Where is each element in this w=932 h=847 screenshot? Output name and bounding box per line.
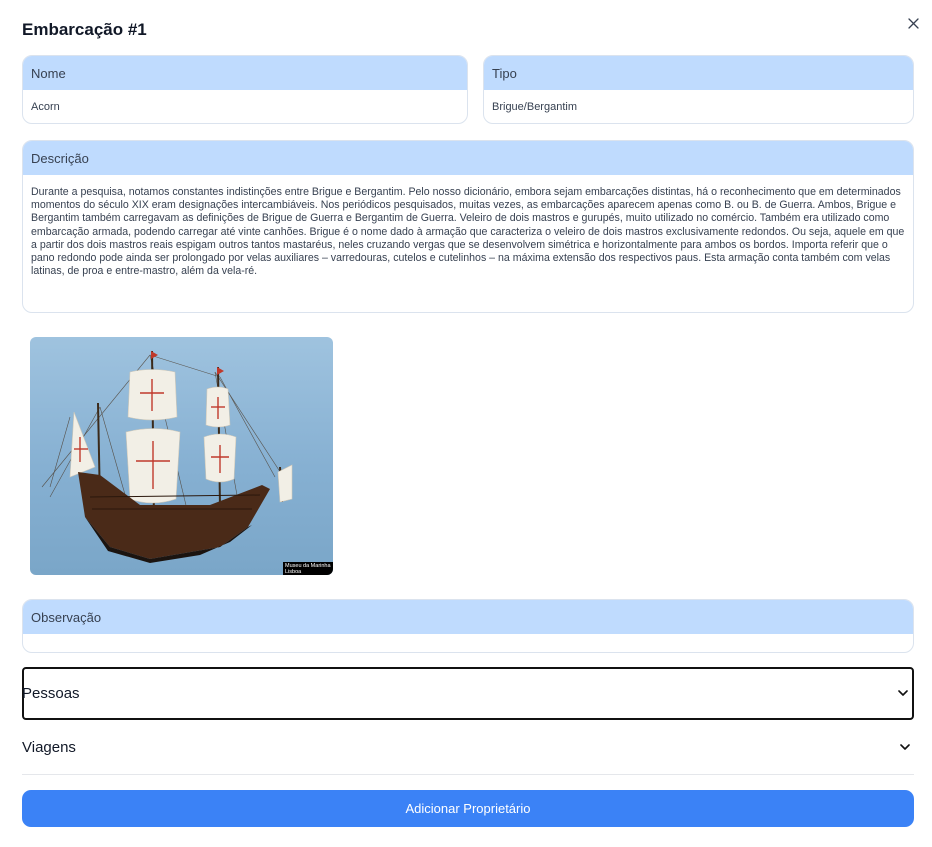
museum-caption: Museu da Marinha Lisboa xyxy=(283,562,333,575)
ship-illustration xyxy=(41,350,293,563)
ship-image: Museu da Marinha Lisboa xyxy=(30,337,333,575)
nome-label: Nome xyxy=(23,56,467,90)
chevron-down-icon xyxy=(896,687,910,701)
accordion-viagens-label: Viagens xyxy=(22,738,76,756)
descricao-label: Descrição xyxy=(23,141,913,175)
descricao-field: Descrição Durante a pesquisa, notamos co… xyxy=(22,140,914,313)
accordion-pessoas-label: Pessoas xyxy=(22,685,80,702)
close-button[interactable] xyxy=(904,14,922,32)
modal-title: Embarcação #1 xyxy=(22,20,147,39)
nome-field: Nome Acorn xyxy=(22,55,468,124)
observacao-label: Observação xyxy=(23,600,913,634)
descricao-value: Durante a pesquisa, notamos constantes i… xyxy=(31,186,905,278)
chevron-down-icon xyxy=(898,740,912,754)
tipo-value: Brigue/Bergantim xyxy=(492,101,577,113)
add-owner-button[interactable]: Adicionar Proprietário xyxy=(22,790,914,827)
tipo-label: Tipo xyxy=(484,56,913,90)
museum-caption-line2: Lisboa xyxy=(285,569,302,575)
nome-value: Acorn xyxy=(31,101,60,113)
close-icon xyxy=(907,17,919,29)
accordion-viagens[interactable]: Viagens xyxy=(22,720,914,775)
tipo-field: Tipo Brigue/Bergantim xyxy=(483,55,914,124)
observacao-field: Observação xyxy=(22,599,914,653)
accordion-pessoas[interactable]: Pessoas xyxy=(22,667,914,720)
